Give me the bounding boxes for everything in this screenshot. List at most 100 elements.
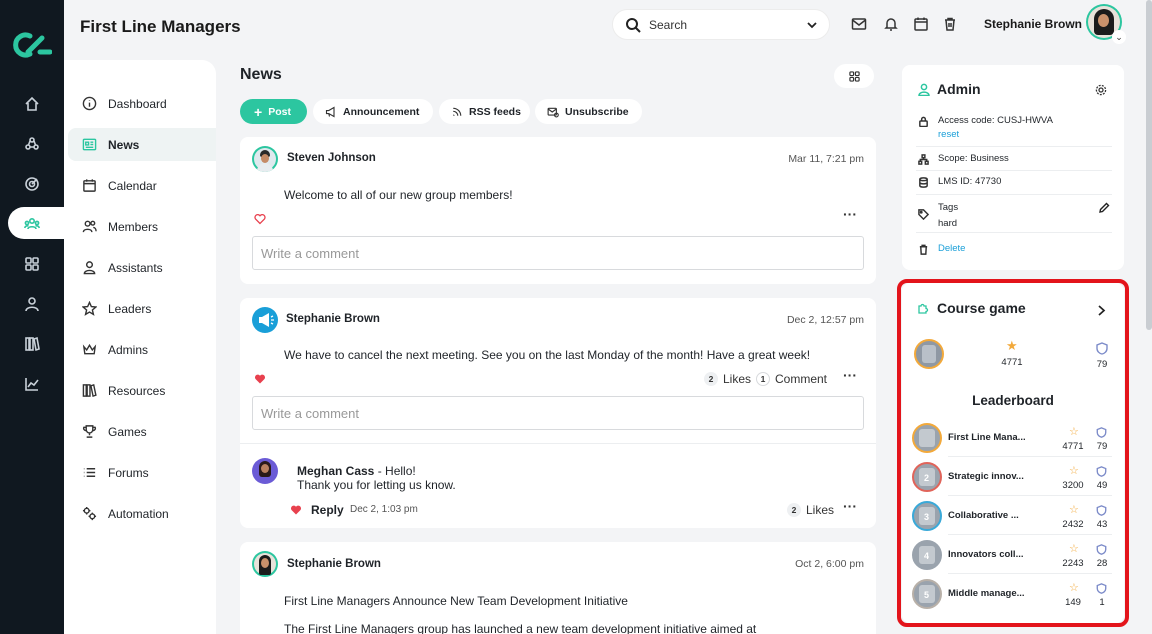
post-text: Welcome to all of our new group members!: [284, 188, 513, 202]
more-options-icon[interactable]: ···: [843, 499, 857, 513]
news-icon: [80, 136, 98, 154]
nav-item-news[interactable]: News: [68, 128, 216, 161]
search-dropdown[interactable]: Search: [612, 9, 830, 40]
post-text: We have to cancel the next meeting. See …: [284, 348, 811, 362]
comment-input[interactable]: Write a comment: [252, 236, 864, 270]
divider: [240, 443, 876, 444]
reply-likes-count[interactable]: 2 Likes: [787, 503, 834, 517]
trophy-icon: [80, 423, 98, 441]
profile-icon[interactable]: [22, 294, 42, 314]
group-nav: Dashboard News Calendar Members Assistan…: [64, 60, 216, 634]
analytics-icon[interactable]: [22, 374, 42, 394]
announcement-button[interactable]: Announcement: [313, 99, 433, 124]
tags-label: Tags: [938, 202, 959, 213]
trash-icon: [919, 244, 928, 255]
post-button[interactable]: + Post: [240, 99, 307, 124]
mail-icon[interactable]: [851, 16, 867, 32]
nav-item-games[interactable]: Games: [68, 415, 216, 448]
books-icon: [80, 382, 98, 400]
reply-avatar[interactable]: [252, 458, 278, 484]
rss-button-label: RSS feeds: [469, 105, 521, 118]
author-avatar[interactable]: [252, 146, 278, 172]
rss-feeds-button[interactable]: RSS feeds: [439, 99, 530, 124]
likes-count[interactable]: 2 Likes: [704, 372, 751, 386]
announcement-button-label: Announcement: [343, 105, 420, 118]
nav-item-calendar[interactable]: Calendar: [68, 169, 216, 202]
announcement-avatar[interactable]: [252, 307, 278, 333]
nav-item-dashboard[interactable]: Dashboard: [68, 87, 216, 120]
tags-row: Tags hard: [918, 202, 958, 229]
nav-item-label: Automation: [108, 506, 169, 521]
chevron-down-icon[interactable]: ⌄: [1112, 30, 1126, 44]
likes-label: Likes: [806, 503, 835, 517]
comments-count[interactable]: 1 Comment: [756, 372, 827, 386]
rss-icon: [453, 107, 462, 116]
mail-off-icon: [547, 107, 559, 117]
delete-row: Delete: [918, 243, 965, 255]
apps-grid-icon[interactable]: [22, 254, 42, 274]
groups-icon[interactable]: [22, 214, 42, 234]
nav-item-label: News: [108, 137, 140, 152]
author-avatar[interactable]: [252, 551, 278, 577]
nav-item-admins[interactable]: Admins: [68, 333, 216, 366]
assistant-icon: [80, 259, 98, 277]
delete-link[interactable]: Delete: [938, 243, 965, 254]
network-icon[interactable]: [22, 134, 42, 154]
library-icon[interactable]: [22, 334, 42, 354]
tag-icon: [918, 209, 929, 220]
bell-icon[interactable]: [883, 16, 899, 32]
reply-date: Dec 2, 1:03 pm: [350, 504, 418, 515]
nav-item-members[interactable]: Members: [68, 210, 216, 243]
lms-id: LMS ID: 47730: [938, 176, 1002, 187]
pencil-icon[interactable]: [1099, 202, 1110, 213]
nav-item-leaders[interactable]: Leaders: [68, 292, 216, 325]
nav-item-resources[interactable]: Resources: [68, 374, 216, 407]
post-text-continued: The First Line Managers group has launch…: [284, 622, 757, 634]
chevron-down-icon[interactable]: [805, 18, 819, 32]
star-icon: [80, 300, 98, 318]
nav-item-automation[interactable]: Automation: [68, 497, 216, 530]
calendar-icon[interactable]: [913, 16, 929, 32]
reply-line1: - Hello!: [374, 464, 416, 478]
heart-filled-icon[interactable]: [254, 373, 266, 385]
reply-author[interactable]: Meghan Cass: [297, 464, 374, 478]
nav-item-label: Calendar: [108, 178, 157, 193]
crown-icon: [80, 341, 98, 359]
app-rail: [0, 0, 72, 634]
author-name[interactable]: Stephanie Brown: [287, 558, 381, 570]
heart-filled-icon[interactable]: [290, 504, 302, 516]
nav-item-label: Forums: [108, 465, 149, 480]
user-name[interactable]: Stephanie Brown: [984, 17, 1082, 31]
reply-button[interactable]: Reply: [311, 503, 344, 517]
members-icon: [80, 218, 98, 236]
reply-text: Meghan Cass - Hello!: [297, 464, 416, 478]
more-options-icon[interactable]: ···: [843, 207, 857, 221]
reply-line2: Thank you for letting us know.: [297, 478, 456, 492]
page-title: News: [240, 66, 282, 83]
nav-item-forums[interactable]: Forums: [68, 456, 216, 489]
home-icon[interactable]: [22, 94, 42, 114]
lock-icon: [919, 116, 928, 127]
post-date: Mar 11, 7:21 pm: [788, 153, 864, 165]
author-name[interactable]: Steven Johnson: [287, 152, 376, 164]
more-options-icon[interactable]: ···: [843, 368, 857, 382]
heart-outline-icon[interactable]: [254, 213, 266, 225]
divider: [916, 146, 1112, 147]
layout-toggle-button[interactable]: [834, 64, 874, 88]
unsubscribe-button[interactable]: Unsubscribe: [535, 99, 642, 124]
nav-item-label: Members: [108, 219, 159, 234]
scrollbar[interactable]: [1146, 0, 1152, 330]
app-logo-icon[interactable]: [12, 30, 52, 60]
nav-item-assistants[interactable]: Assistants: [68, 251, 216, 284]
automation-icon: [80, 505, 98, 523]
author-name[interactable]: Stephanie Brown: [286, 313, 380, 325]
database-icon: [919, 177, 928, 188]
target-icon[interactable]: [22, 174, 42, 194]
comment-input[interactable]: Write a comment: [252, 396, 864, 430]
reset-link[interactable]: reset: [938, 129, 1053, 140]
trash-icon[interactable]: [942, 16, 958, 32]
gear-icon[interactable]: [1095, 84, 1107, 96]
highlight-box: [897, 279, 1129, 627]
comments-count-badge: 1: [756, 372, 770, 386]
nav-item-label: Assistants: [108, 260, 163, 275]
